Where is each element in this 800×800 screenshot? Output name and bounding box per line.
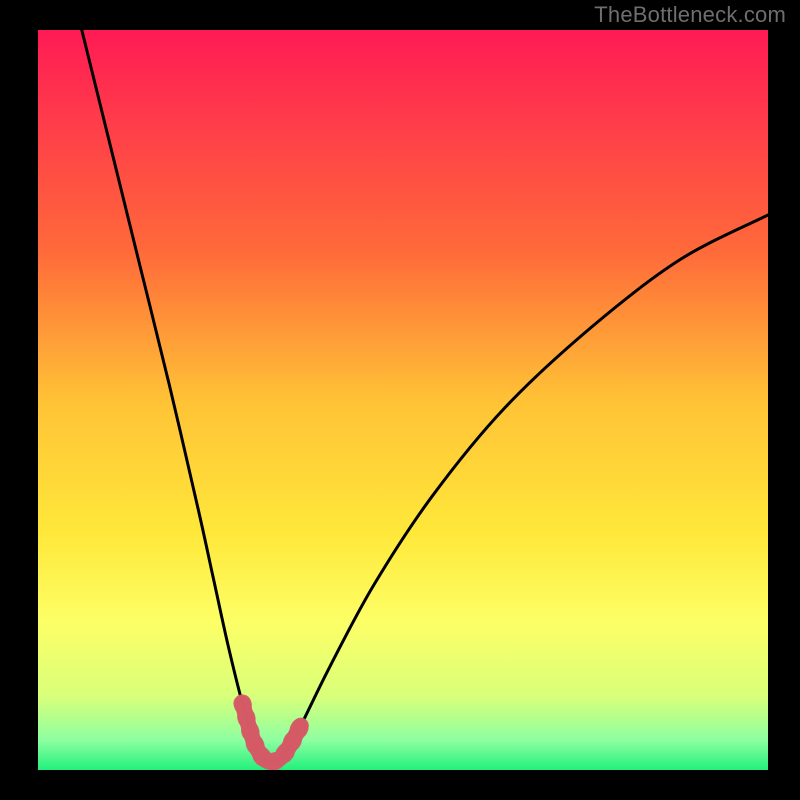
chart-svg xyxy=(38,30,768,770)
bottleneck-curve xyxy=(82,30,768,762)
watermark: TheBottleneck.com xyxy=(594,2,786,28)
plot-area xyxy=(38,30,768,770)
valley-highlight-dots xyxy=(242,703,300,761)
chart-frame: TheBottleneck.com xyxy=(0,0,800,800)
